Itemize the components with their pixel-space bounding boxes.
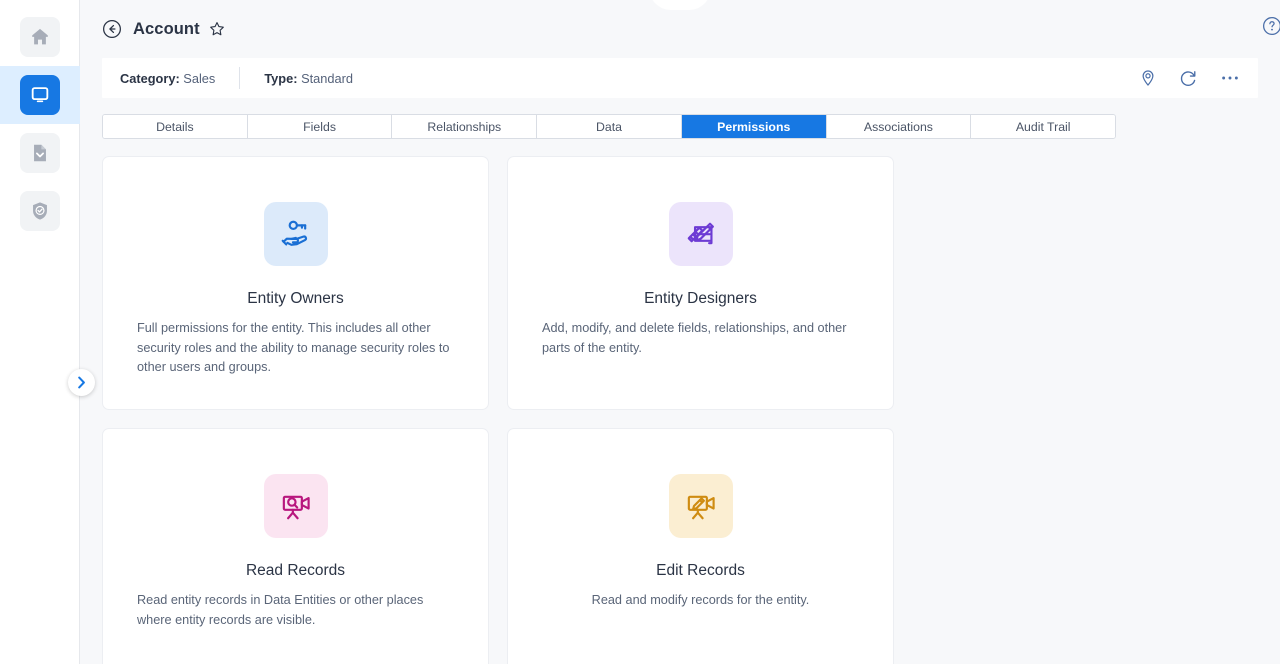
entity-owners-icon-tile	[263, 202, 328, 266]
back-button[interactable]	[102, 19, 122, 39]
star-icon	[209, 22, 224, 36]
chevron-right-icon	[78, 376, 85, 389]
permission-card-edit-records[interactable]: Edit Records Read and modify records for…	[507, 428, 894, 664]
entity-info-bar: Category: Sales Type: Standard	[102, 58, 1258, 98]
edit-records-icon-tile	[668, 474, 733, 538]
sidebar-item-security[interactable]	[0, 182, 80, 240]
permission-card-grid: Entity Owners Full permissions for the e…	[102, 156, 1258, 664]
tab-relationships[interactable]: Relationships	[392, 115, 538, 138]
tab-associations[interactable]: Associations	[826, 115, 972, 138]
pen-on-card-icon	[687, 222, 714, 245]
entities-tile	[20, 75, 60, 115]
tab-details[interactable]: Details	[103, 115, 248, 138]
card-description: Add, modify, and delete fields, relation…	[542, 321, 847, 355]
card-description: Read entity records in Data Entities or …	[137, 593, 424, 627]
document-download-icon	[34, 144, 46, 162]
back-arrow-icon	[103, 20, 121, 38]
category-label: Category:	[120, 70, 180, 86]
info-bar-actions	[1139, 69, 1240, 88]
home-tile	[20, 17, 60, 57]
card-description: Full permissions for the entity. This in…	[137, 321, 450, 375]
tab-fields[interactable]: Fields	[247, 115, 393, 138]
help-button[interactable]	[1262, 16, 1280, 36]
help-circle-icon	[1263, 17, 1280, 35]
tab-permissions[interactable]: Permissions	[681, 115, 827, 138]
category-info: Category: Sales	[120, 71, 215, 86]
info-divider	[239, 67, 241, 89]
entity-designers-icon-tile	[668, 202, 733, 266]
permission-card-read-records[interactable]: Read Records Read entity records in Data…	[102, 428, 489, 664]
refresh-icon	[1180, 70, 1196, 86]
location-pin-icon	[1142, 70, 1154, 86]
more-options-button[interactable]	[1220, 74, 1240, 82]
card-title: Edit Records	[656, 562, 745, 579]
more-options-icon	[1222, 76, 1238, 80]
shield-check-icon	[33, 202, 47, 220]
type-label: Type:	[264, 70, 298, 86]
sidebar-item-home[interactable]	[0, 8, 80, 66]
refresh-button[interactable]	[1179, 69, 1198, 88]
card-description: Read and modify records for the entity.	[591, 593, 810, 607]
main-content: Account Category: Sales Type: Standard D…	[80, 0, 1280, 664]
category-value: Sales	[183, 70, 216, 86]
home-icon	[32, 28, 48, 45]
left-sidebar	[0, 0, 95, 664]
sidebar-item-entities[interactable]	[0, 66, 80, 124]
permission-card-entity-owners[interactable]: Entity Owners Full permissions for the e…	[102, 156, 489, 410]
key-in-hand-icon	[281, 220, 307, 246]
monitor-icon	[31, 87, 49, 103]
card-title: Entity Owners	[247, 290, 344, 307]
page-title: Account	[133, 19, 200, 38]
favorite-button[interactable]	[209, 21, 225, 37]
card-title: Entity Designers	[644, 290, 757, 307]
card-title: Read Records	[245, 562, 346, 579]
app-root: Account Category: Sales Type: Standard D…	[0, 0, 1280, 664]
permission-card-entity-designers[interactable]: Entity Designers Add, modify, and delete…	[507, 156, 894, 410]
camera-search-icon	[282, 495, 310, 520]
sidebar-item-documents[interactable]	[0, 124, 80, 182]
documents-tile	[20, 133, 60, 173]
tab-data[interactable]: Data	[537, 115, 682, 138]
camera-pencil-icon	[687, 495, 715, 520]
type-info: Type: Standard	[264, 71, 353, 86]
entity-tab-bar: Details Fields Relationships Data Permis…	[102, 114, 1116, 139]
tab-audit-trail[interactable]: Audit Trail	[971, 115, 1115, 138]
expand-panel-button[interactable]	[68, 369, 95, 396]
type-value: Standard	[301, 70, 353, 86]
security-tile	[20, 191, 60, 231]
read-records-icon-tile	[263, 474, 328, 538]
location-pin-button[interactable]	[1139, 69, 1157, 87]
